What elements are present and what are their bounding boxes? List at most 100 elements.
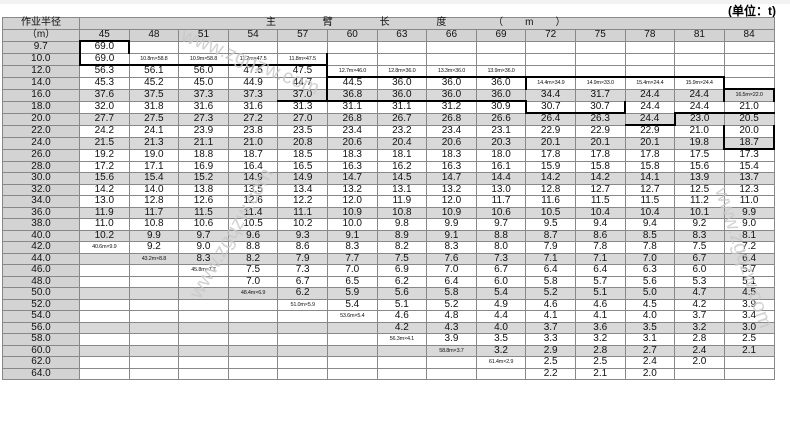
radius-cell: 32.0 — [2, 183, 80, 196]
capacity-cell: 9.9 — [426, 218, 477, 231]
capacity-cell — [624, 64, 676, 78]
capacity-cell: 21.0 — [227, 136, 279, 150]
boom-length-8: 69 — [475, 28, 527, 42]
capacity-cell: 15.4m×24.4 — [624, 76, 676, 90]
capacity-cell: 10.6 — [178, 218, 229, 231]
boom-length-12: 81 — [674, 28, 725, 42]
capacity-cell: 13.0 — [79, 195, 130, 208]
capacity-cell — [326, 321, 378, 334]
capacity-cell: 31.2 — [426, 100, 477, 114]
capacity-cell: 14.5 — [376, 172, 428, 185]
capacity-cell: 13.3m×36.0 — [426, 64, 477, 78]
capacity-cell: 13.7 — [723, 172, 775, 185]
capacity-cell: 56.0 — [178, 64, 229, 78]
boom-length-header: 主 臂 长 度 （m） — [79, 17, 775, 30]
capacity-cell: 14.4m×34.9 — [525, 76, 576, 90]
capacity-cell: 22.9 — [574, 124, 626, 138]
capacity-cell: 15.6 — [79, 172, 130, 185]
capacity-cell: 7.0 — [426, 264, 477, 277]
capacity-cell: 14.4 — [475, 172, 527, 185]
capacity-cell — [128, 333, 180, 346]
capacity-cell: 43.2m×8.8 — [128, 252, 180, 265]
capacity-cell: 17.8 — [624, 148, 676, 162]
table-row: 62.0 61.4m×2.9 2.5 2.5 2.4 2.0 — [2, 356, 775, 369]
capacity-cell: 21.5 — [79, 136, 130, 150]
capacity-cell: 21.3 — [128, 136, 180, 150]
capacity-cell — [178, 321, 229, 334]
capacity-cell: 27.0 — [277, 112, 328, 126]
capacity-cell — [376, 344, 428, 357]
capacity-cell — [376, 356, 428, 369]
radius-cell: 60.0 — [2, 344, 80, 357]
capacity-cell: 37.6 — [79, 88, 130, 102]
capacity-cell: 13.2 — [326, 183, 378, 196]
capacity-cell — [227, 298, 279, 311]
capacity-cell: 24.2 — [79, 124, 130, 138]
radius-cell: 58.0 — [2, 333, 80, 346]
capacity-cell — [277, 356, 328, 369]
capacity-cell: 5.7 — [723, 264, 775, 277]
capacity-cell: 2.4 — [624, 356, 676, 369]
capacity-cell: 11.5 — [574, 195, 626, 208]
table-row: 38.0 11.0 10.8 10.6 10.5 10.2 10.0 9.8 9.9 9.7 9.5… — [2, 218, 775, 231]
capacity-cell — [79, 321, 130, 334]
capacity-cell: 31.6 — [178, 100, 229, 114]
capacity-cell — [723, 64, 775, 78]
capacity-cell: 6.4 — [426, 275, 477, 288]
capacity-cell: 18.3 — [426, 148, 477, 162]
capacity-cell: 23.8 — [227, 124, 279, 138]
capacity-cell — [277, 344, 328, 357]
capacity-cell: 20.1 — [574, 136, 626, 150]
radius-cell: 10.0 — [2, 52, 80, 66]
capacity-cell — [723, 52, 775, 66]
capacity-cell: 17.8 — [525, 148, 576, 162]
capacity-cell: 11.8m×47.5 — [277, 52, 329, 66]
capacity-cell — [574, 52, 626, 66]
table-row: 46.0 45.8m×7.7 7.5 7.3 7.0 6.9 7.0 6.7 6.4 6.4 6.3… — [2, 264, 775, 277]
capacity-cell — [723, 356, 775, 369]
capacity-cell: 26.6 — [475, 112, 527, 126]
boom-length-0: 45 — [79, 28, 130, 42]
capacity-cell: 16.9 — [178, 160, 229, 173]
capacity-cell: 14.2 — [79, 183, 130, 196]
radius-cell: 24.0 — [2, 136, 80, 150]
capacity-cell — [376, 52, 428, 66]
capacity-cell: 23.5 — [277, 124, 328, 138]
capacity-cell — [574, 64, 626, 78]
boom-length-10: 75 — [574, 28, 626, 42]
capacity-cell: 16.3 — [326, 160, 378, 173]
capacity-cell — [277, 40, 328, 54]
capacity-cell: 14.1 — [624, 172, 676, 185]
capacity-cell — [326, 367, 378, 380]
capacity-cell: 15.8 — [574, 160, 626, 173]
capacity-cell: 14.9 — [277, 172, 328, 185]
capacity-cell: 2.0 — [674, 356, 725, 369]
capacity-cell: 4.3 — [426, 321, 477, 334]
capacity-cell: 18.0 — [475, 148, 527, 162]
capacity-cell: 11.0 — [79, 218, 130, 231]
capacity-cell: 6.2 — [277, 287, 328, 300]
capacity-cell: 11.4 — [227, 206, 279, 219]
capacity-cell: 8.8 — [475, 229, 527, 242]
capacity-cell: 8.1 — [723, 229, 775, 242]
capacity-cell: 31.8 — [128, 100, 180, 114]
capacity-cell: 3.9 — [426, 333, 477, 346]
radius-cell: 9.7 — [2, 40, 80, 54]
capacity-cell: 9.1 — [326, 229, 378, 242]
capacity-cell: 13.9 — [674, 172, 725, 185]
capacity-cell: 45.8m×7.7 — [178, 264, 229, 277]
capacity-cell: 44.7 — [277, 76, 328, 90]
capacity-cell: 12.6 — [178, 195, 229, 208]
capacity-cell: 10.2 — [277, 218, 328, 231]
capacity-cell: 12.0 — [326, 195, 378, 208]
capacity-cell — [178, 275, 229, 288]
capacity-cell: 7.1 — [574, 252, 626, 265]
capacity-cell: 30.9 — [475, 100, 527, 114]
capacity-cell: 13.4 — [277, 183, 328, 196]
table-row: 24.0 21.5 21.3 21.1 21.0 20.8 20.6 20.4 20.6 20.3… — [2, 136, 775, 150]
capacity-cell: 7.0 — [624, 252, 676, 265]
capacity-cell: 26.8 — [326, 112, 378, 126]
capacity-cell: 15.6 — [674, 160, 725, 173]
radius-cell: 52.0 — [2, 298, 80, 311]
capacity-cell: 3.1 — [624, 333, 676, 346]
